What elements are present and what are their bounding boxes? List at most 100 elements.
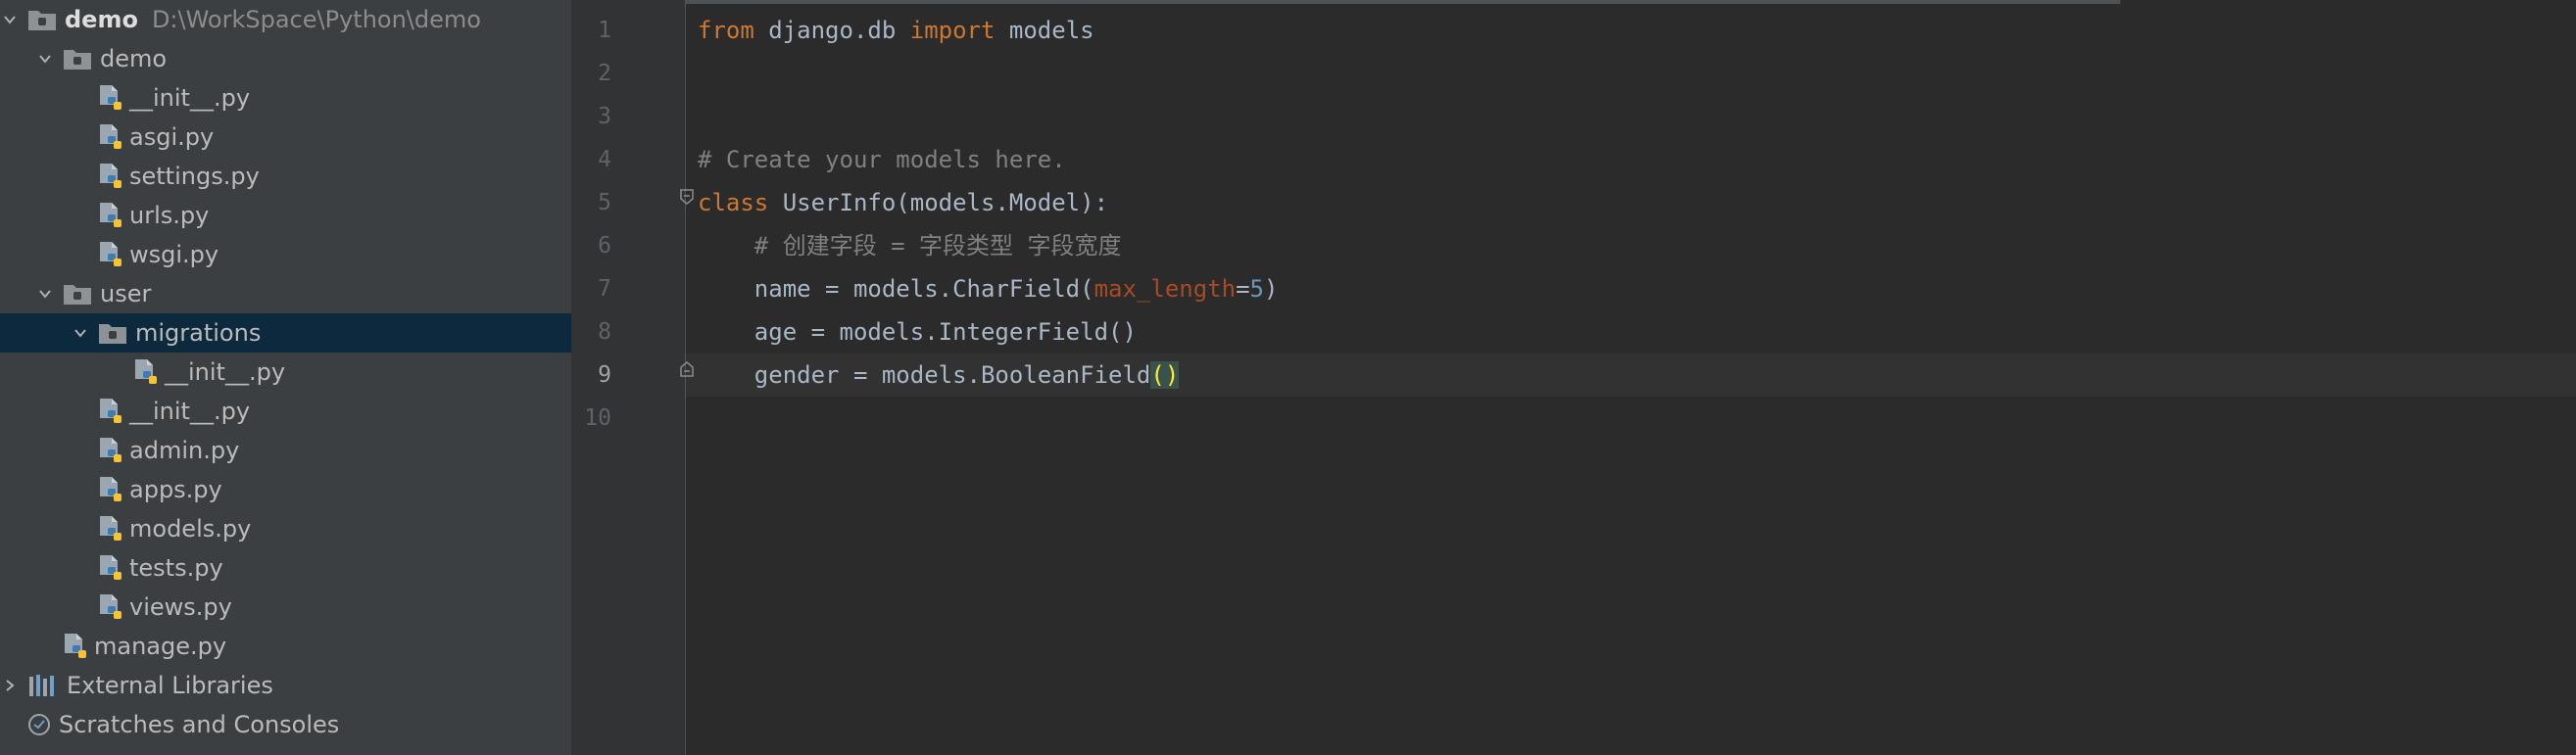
tree-item-label: Scratches and Consoles (59, 711, 340, 738)
tree-item-label: __init__.py (165, 358, 286, 386)
code-line-7[interactable]: name = models.CharField(max_length=5) (698, 267, 2576, 310)
code-text: = (1236, 275, 1250, 303)
tree-item-admin-py[interactable]: admin.py (0, 431, 571, 470)
code-line-9[interactable]: gender = models.BooleanField() (686, 354, 2576, 397)
chevron-down-icon[interactable] (2, 0, 18, 39)
python-file-icon (98, 241, 123, 268)
chevron-right-icon[interactable] (2, 666, 18, 705)
tree-item-tests-py[interactable]: tests.py (0, 548, 571, 588)
tree-item-urls-py[interactable]: urls.py (0, 196, 571, 235)
tree-item-label: views.py (129, 593, 232, 621)
tree-item-models-py[interactable]: models.py (0, 509, 571, 548)
tree-item-label: asgi.py (129, 123, 215, 151)
editor-tab-indicator (572, 0, 2120, 4)
line-number: 4 (598, 147, 611, 172)
parameter-name: max_length (1094, 275, 1237, 303)
tree-item-migrations[interactable]: migrations (0, 313, 571, 353)
keyword: import (909, 17, 996, 44)
code-line-10[interactable] (698, 397, 2576, 440)
python-file-icon (98, 476, 123, 503)
code-text: age = models.IntegerField() (698, 318, 1137, 346)
number-literal: 5 (1249, 275, 1264, 303)
line-number: 2 (598, 61, 611, 86)
tree-item-label: demo (100, 45, 168, 72)
tree-item-label: External Libraries (67, 672, 273, 699)
code-line-4[interactable]: # Create your models here. (698, 138, 2576, 181)
tree-item-label: user (100, 280, 152, 307)
code-line-2[interactable] (698, 52, 2576, 95)
code-text: ) (1263, 275, 1279, 303)
folder-icon (98, 321, 127, 345)
tree-item-user[interactable]: user (0, 274, 571, 313)
tree-item-asgi-py[interactable]: asgi.py (0, 118, 571, 157)
line-number: 6 (598, 233, 611, 259)
python-file-icon (98, 398, 123, 425)
code-line-6[interactable]: # 创建字段 = 字段类型 字段宽度 (698, 224, 2576, 267)
folder-icon (63, 47, 92, 71)
python-file-icon (63, 633, 88, 660)
code-text: UserInfo(models.Model): (768, 189, 1109, 216)
tree-item-label: apps.py (129, 476, 222, 503)
code-text: name = models.CharField( (698, 275, 1094, 303)
code-line-1[interactable]: from django.db import models (698, 9, 2576, 52)
tree-item-init-py[interactable]: __init__.py (0, 353, 571, 392)
line-number: 7 (598, 276, 611, 302)
tree-item-init-py[interactable]: __init__.py (0, 392, 571, 431)
code-text: models (995, 17, 1094, 44)
tree-item-label: __init__.py (129, 398, 251, 425)
python-file-icon (98, 202, 123, 229)
comment: # Create your models here. (698, 146, 1066, 173)
keyword: class (698, 189, 769, 216)
tree-item-label: tests.py (129, 554, 223, 582)
tree-item-label: admin.py (129, 437, 240, 464)
chevron-down-icon[interactable] (37, 274, 53, 313)
line-number: 1 (598, 18, 611, 43)
tree-item-external-libraries[interactable]: External Libraries (0, 666, 571, 705)
tree-item-demo[interactable]: demo (0, 39, 571, 78)
code-line-3[interactable] (698, 95, 2576, 138)
project-path: D:\WorkSpace\Python\demo (151, 6, 481, 33)
matched-parens: () (1150, 361, 1180, 389)
line-number: 8 (598, 319, 611, 345)
line-number: 10 (584, 405, 611, 431)
scratches-icon (27, 713, 51, 736)
tree-item-scratches-and-consoles[interactable]: Scratches and Consoles (0, 705, 571, 744)
tree-item-label: urls.py (129, 202, 210, 229)
tree-item-wsgi-py[interactable]: wsgi.py (0, 235, 571, 274)
keyword: from (698, 17, 754, 44)
tree-item-apps-py[interactable]: apps.py (0, 470, 571, 509)
fold-start-icon[interactable] (680, 189, 694, 205)
python-file-icon (98, 437, 123, 464)
tree-item-label: models.py (129, 515, 252, 543)
python-file-icon (98, 515, 123, 543)
tree-item-label: __init__.py (129, 84, 251, 112)
code-editor[interactable]: 1 2 3 4 5 6 7 8 9 10 from django.db import models… (572, 0, 2576, 755)
line-number-gutter[interactable]: 1 2 3 4 5 6 7 8 9 10 (572, 0, 686, 755)
code-line-8[interactable]: age = models.IntegerField() (698, 310, 2576, 354)
tree-item-init-py[interactable]: __init__.py (0, 78, 571, 118)
tree-item-label: migrations (135, 319, 262, 347)
tree-item-views-py[interactable]: views.py (0, 588, 571, 627)
code-text: gender = models.BooleanField (698, 361, 1151, 389)
line-number: 9 (598, 362, 611, 388)
folder-icon (63, 282, 92, 306)
project-tree[interactable]: demo D:\WorkSpace\Python\demo demo __init__… (0, 0, 572, 755)
chevron-down-icon[interactable] (73, 313, 88, 353)
python-file-icon (98, 163, 123, 190)
python-file-icon (98, 593, 123, 621)
tree-item-settings-py[interactable]: settings.py (0, 157, 571, 196)
line-number: 5 (598, 190, 611, 215)
tree-item-label: settings.py (129, 163, 260, 190)
code-line-5[interactable]: class UserInfo(models.Model): (698, 181, 2576, 224)
line-number: 3 (598, 104, 611, 129)
tree-item-label: manage.py (94, 633, 227, 660)
tree-item-label: demo (65, 6, 138, 33)
python-file-icon (98, 123, 123, 151)
tree-item-project-root[interactable]: demo D:\WorkSpace\Python\demo (0, 0, 571, 39)
comment: # 创建字段 = 字段类型 字段宽度 (698, 232, 1122, 260)
chevron-down-icon[interactable] (37, 39, 53, 78)
python-file-icon (98, 84, 123, 112)
tree-item-manage-py[interactable]: manage.py (0, 627, 571, 666)
fold-end-icon[interactable] (680, 361, 694, 377)
library-icon (27, 673, 59, 698)
